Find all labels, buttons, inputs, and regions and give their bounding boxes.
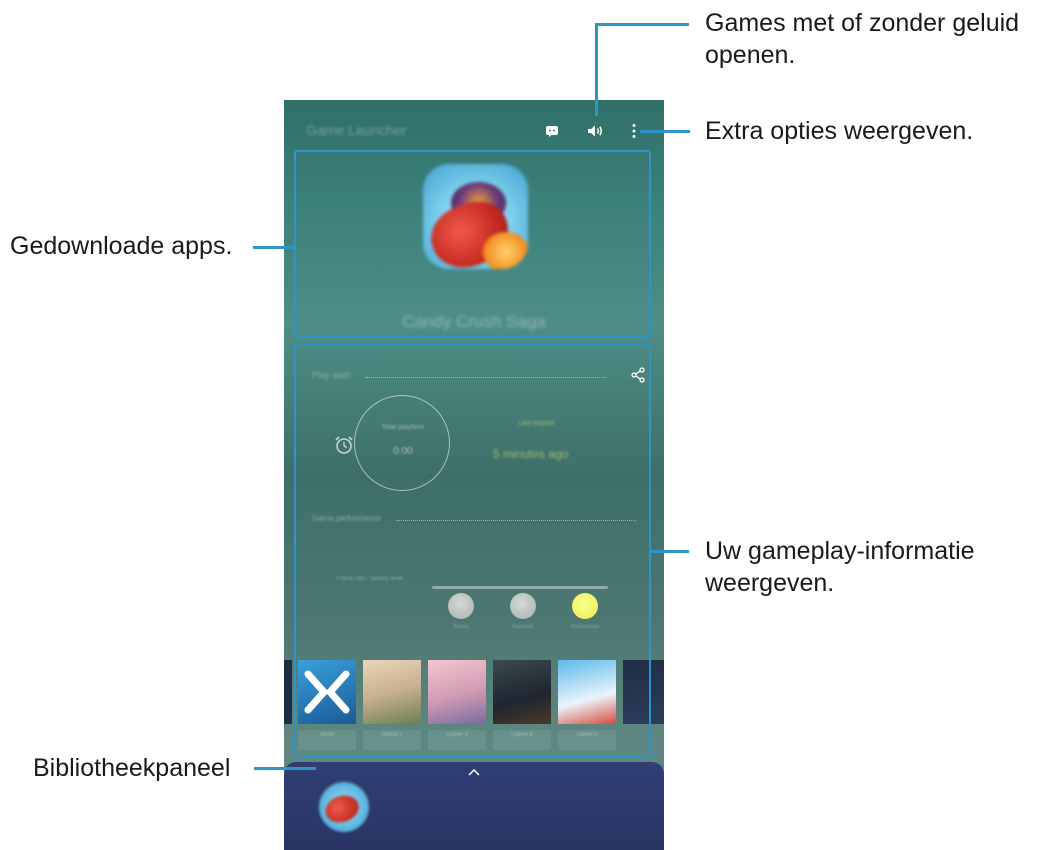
library-panel[interactable] xyxy=(284,762,664,850)
callout-library-panel: Bibliotheekpaneel xyxy=(33,754,231,782)
sound-leader-vertical xyxy=(595,23,598,116)
app-title: Game Launcher xyxy=(306,122,407,138)
gameplay-leader xyxy=(651,550,689,553)
callout-downloaded-apps: Gedownloade apps. xyxy=(10,232,233,260)
top-bar: Game Launcher xyxy=(284,100,664,150)
candy-graphic xyxy=(321,791,363,827)
more-leader xyxy=(640,130,690,133)
gameplay-info-frame xyxy=(294,344,651,758)
sound-leader-horizontal xyxy=(595,23,689,26)
library-leader xyxy=(254,767,316,770)
carousel-tile-edge xyxy=(284,660,292,724)
library-game-icon[interactable] xyxy=(319,782,369,832)
chevron-up-icon[interactable] xyxy=(467,764,481,776)
discord-icon[interactable] xyxy=(542,120,562,142)
sound-icon[interactable] xyxy=(586,120,606,142)
callout-more-options: Extra opties weergeven. xyxy=(705,117,974,145)
callout-sound: Games met of zonder geluid openen. xyxy=(705,9,1020,69)
downloaded-leader xyxy=(253,246,294,249)
downloaded-apps-frame xyxy=(294,150,651,338)
callout-gameplay-info: Uw gameplay-informatie weergeven. xyxy=(705,537,975,597)
